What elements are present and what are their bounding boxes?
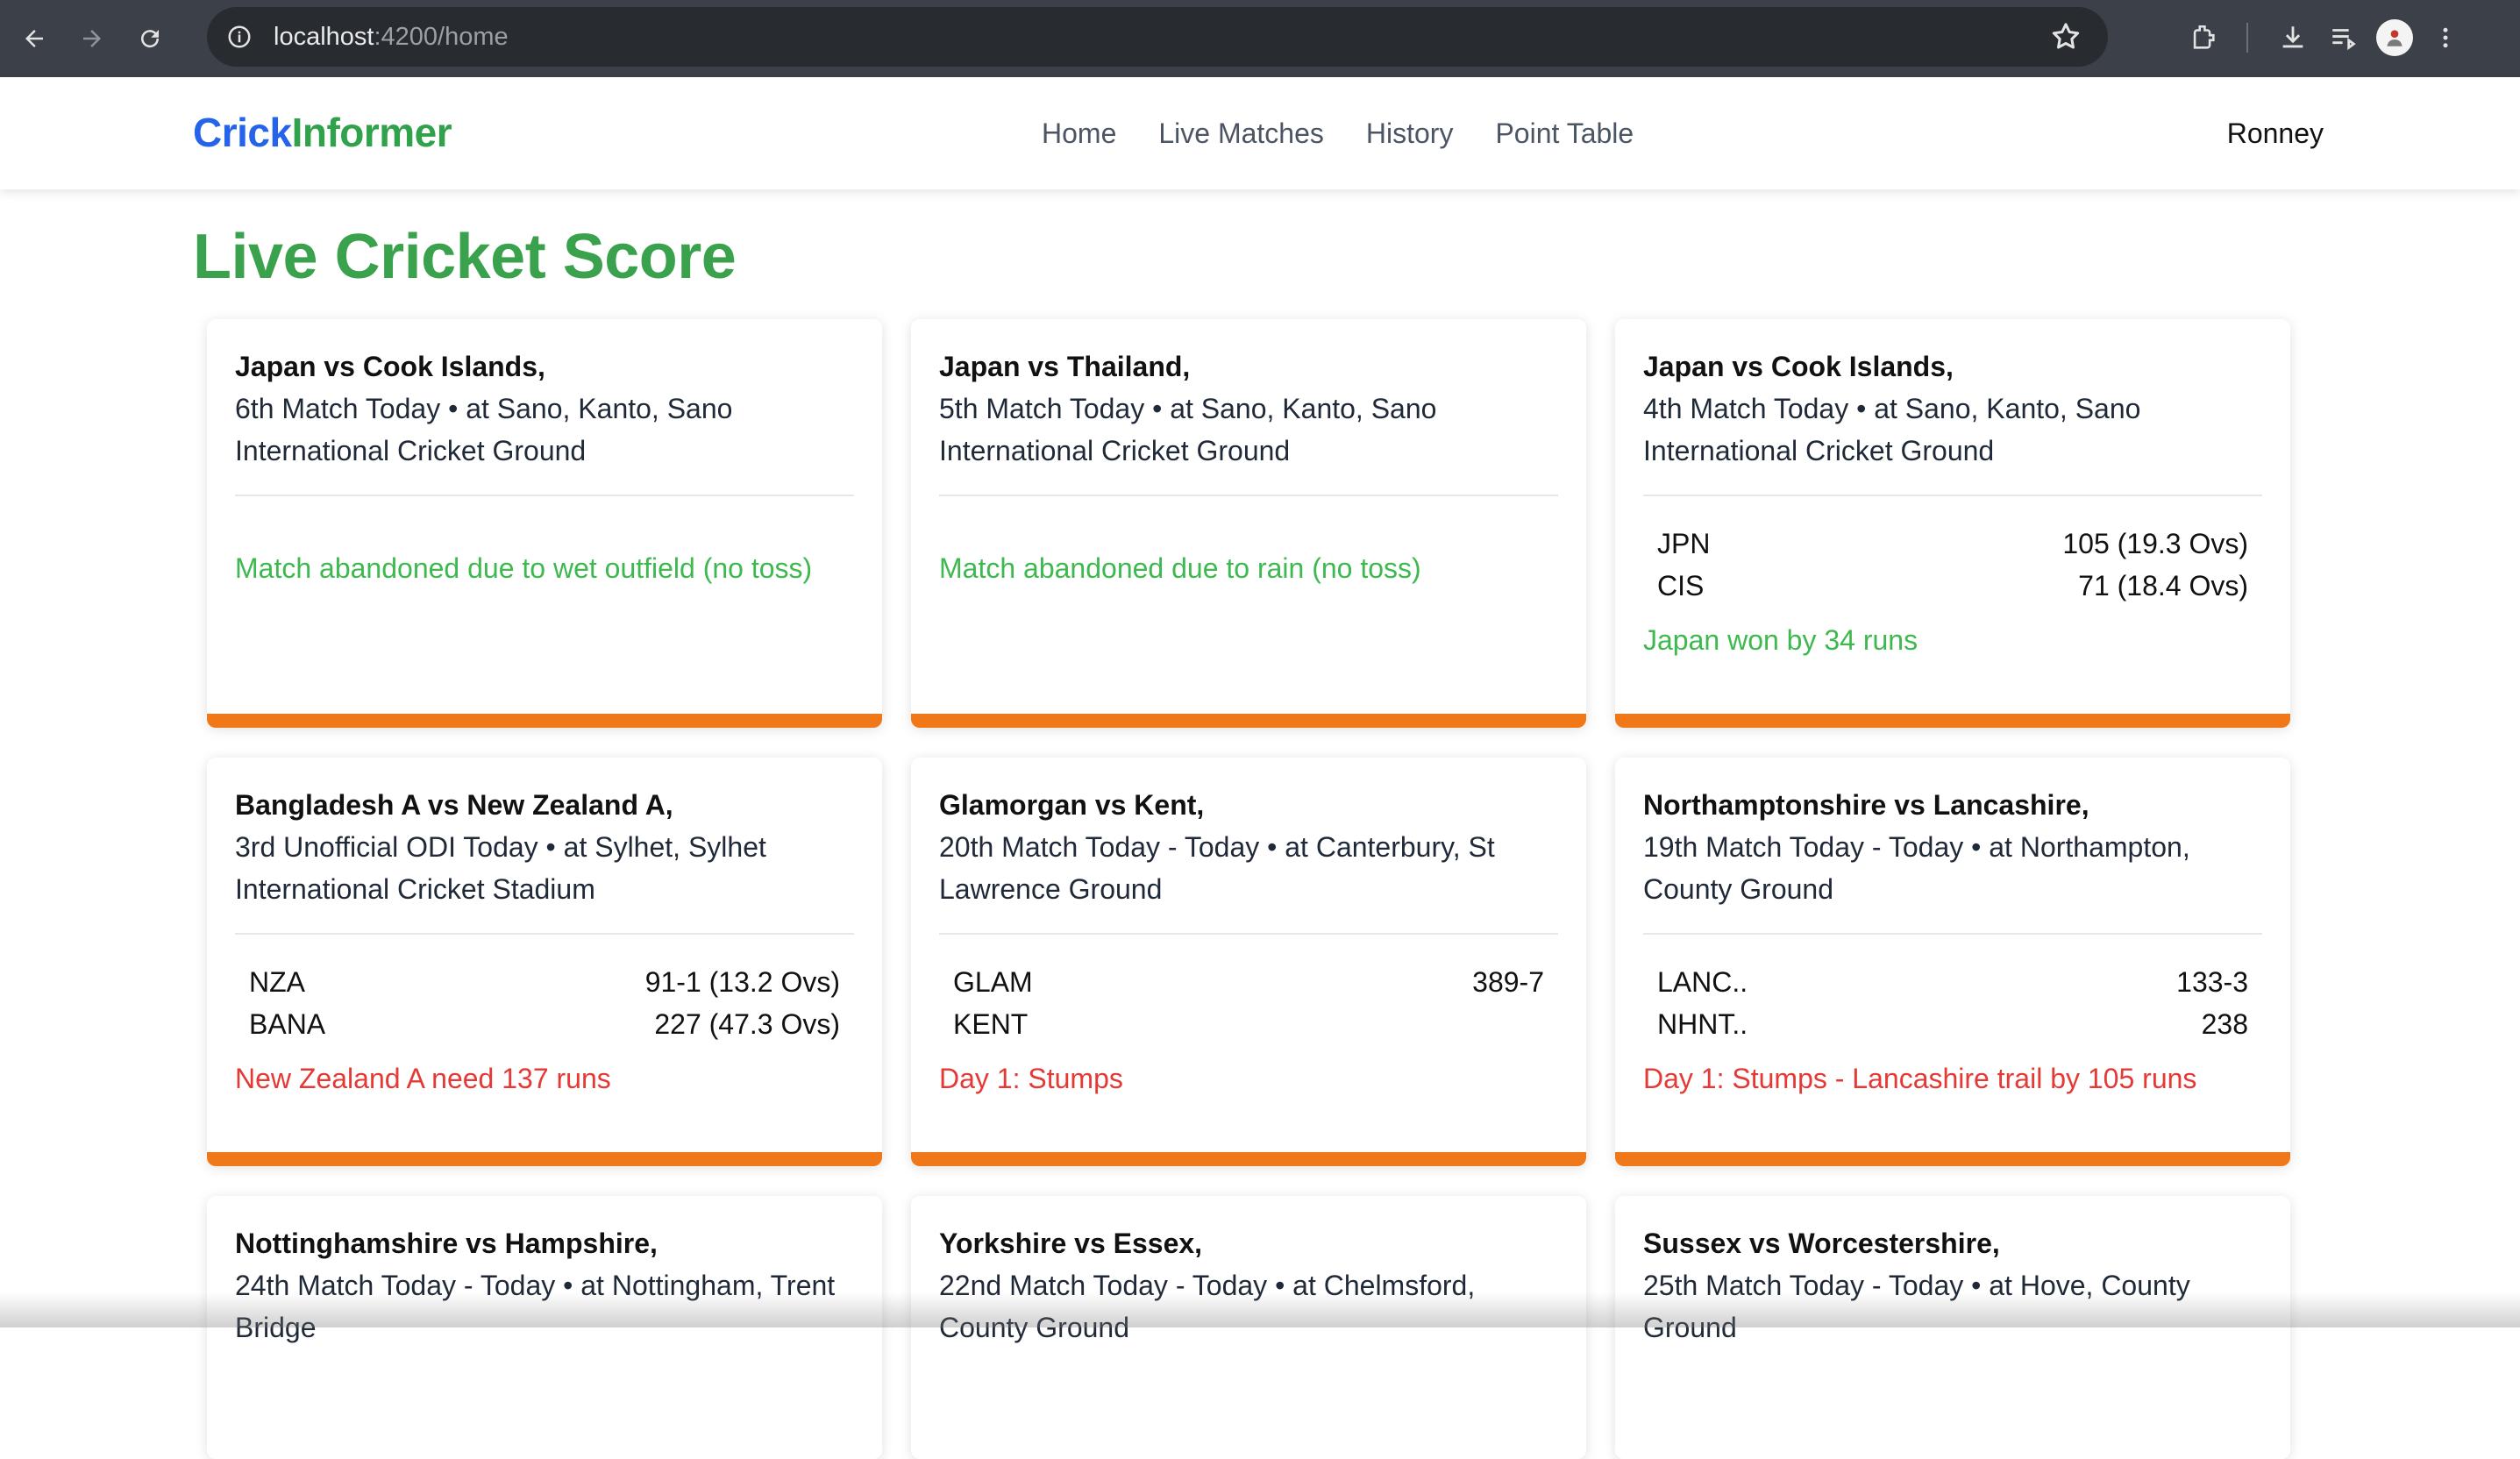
window-bottom-shadow bbox=[0, 1292, 2520, 1327]
card-accent-bar bbox=[1615, 714, 2290, 728]
match-title: Nottinghamshire vs Hampshire, bbox=[235, 1228, 658, 1259]
match-description: 6th Match Today • at Sano, Kanto, Sano I… bbox=[235, 393, 733, 466]
match-description: 4th Match Today • at Sano, Kanto, Sano I… bbox=[1643, 393, 2141, 466]
match-description: 20th Match Today - Today • at Canterbury… bbox=[939, 831, 1495, 905]
team-score-row: NZA 91-1 (13.2 Ovs) bbox=[249, 961, 840, 1003]
brand-part-crick: Crick bbox=[193, 110, 292, 155]
nav-point-table[interactable]: Point Table bbox=[1495, 117, 1634, 150]
match-title: Northamptonshire vs Lancashire, bbox=[1643, 789, 2089, 821]
team-name: GLAM bbox=[953, 966, 1033, 998]
url-text: localhost:4200/home bbox=[274, 23, 509, 52]
card-accent-bar bbox=[911, 1152, 1586, 1166]
match-title: Japan vs Thailand, bbox=[939, 351, 1191, 382]
match-status: Match abandoned due to rain (no toss) bbox=[939, 552, 1421, 584]
match-title: Japan vs Cook Islands, bbox=[1643, 351, 1954, 382]
card-accent-bar bbox=[911, 714, 1586, 728]
site-info-icon[interactable] bbox=[223, 20, 256, 53]
team-name: LANC.. bbox=[1657, 966, 1748, 998]
back-icon[interactable] bbox=[9, 13, 60, 64]
match-card[interactable]: Glamorgan vs Kent, 20th Match Today - To… bbox=[911, 758, 1586, 1166]
card-accent-bar bbox=[207, 1152, 882, 1166]
match-status: Day 1: Stumps - Lancashire trail by 105 … bbox=[1643, 1063, 2197, 1094]
match-status: New Zealand A need 137 runs bbox=[235, 1063, 611, 1094]
card-accent-bar bbox=[1615, 1152, 2290, 1166]
team-score: 133-3 bbox=[2176, 966, 2248, 998]
user-name[interactable]: Ronney bbox=[2227, 117, 2324, 150]
match-card[interactable]: Sussex vs Worcestershire, 25th Match Tod… bbox=[1615, 1196, 2290, 1459]
team-name: JPN bbox=[1657, 528, 1711, 559]
match-card[interactable]: Nottinghamshire vs Hampshire, 24th Match… bbox=[207, 1196, 882, 1459]
reload-icon[interactable] bbox=[125, 13, 175, 64]
match-description: 19th Match Today - Today • at Northampto… bbox=[1643, 831, 2190, 905]
team-score-row: GLAM 389-7 bbox=[953, 961, 1544, 1003]
team-score: 389-7 bbox=[1472, 966, 1544, 998]
match-status: Japan won by 34 runs bbox=[1643, 624, 1918, 656]
match-card[interactable]: Bangladesh A vs New Zealand A, 3rd Unoff… bbox=[207, 758, 882, 1166]
team-name: BANA bbox=[249, 1008, 326, 1040]
match-card[interactable]: Japan vs Thailand, 5th Match Today • at … bbox=[911, 319, 1586, 728]
match-description: 3rd Unofficial ODI Today • at Sylhet, Sy… bbox=[235, 831, 766, 905]
team-score: 91-1 (13.2 Ovs) bbox=[644, 966, 840, 998]
team-score: 105 (19.3 Ovs) bbox=[2062, 528, 2248, 559]
match-card[interactable]: Japan vs Cook Islands, 4th Match Today •… bbox=[1615, 319, 2290, 728]
score-list: GLAM 389-7 KENT bbox=[939, 935, 1558, 1045]
score-list: NZA 91-1 (13.2 Ovs) BANA 227 (47.3 Ovs) bbox=[235, 935, 854, 1045]
forward-icon[interactable] bbox=[67, 13, 117, 64]
bookmark-star-icon[interactable] bbox=[2048, 19, 2083, 54]
more-menu-icon[interactable] bbox=[2420, 12, 2471, 63]
toolbar-divider bbox=[2246, 23, 2248, 53]
brand-part-informer: Informer bbox=[291, 110, 452, 155]
nav-home[interactable]: Home bbox=[1042, 117, 1116, 150]
match-card[interactable]: Yorkshire vs Essex, 22nd Match Today - T… bbox=[911, 1196, 1586, 1459]
match-status: Match abandoned due to wet outfield (no … bbox=[235, 552, 813, 584]
team-score: 227 (47.3 Ovs) bbox=[654, 1008, 840, 1040]
address-bar[interactable]: localhost:4200/home bbox=[207, 7, 2108, 67]
team-score-row: CIS 71 (18.4 Ovs) bbox=[1657, 565, 2248, 607]
team-name: NHNT.. bbox=[1657, 1008, 1748, 1040]
match-title: Bangladesh A vs New Zealand A, bbox=[235, 789, 673, 821]
team-score-row: LANC.. 133-3 bbox=[1657, 961, 2248, 1003]
nav-live-matches[interactable]: Live Matches bbox=[1158, 117, 1324, 150]
avatar bbox=[2376, 19, 2413, 56]
team-name: CIS bbox=[1657, 570, 1705, 601]
team-score-row: KENT bbox=[953, 1003, 1544, 1045]
extensions-icon[interactable] bbox=[2178, 12, 2229, 63]
score-list: JPN 105 (19.3 Ovs) CIS 71 (18.4 Ovs) bbox=[1643, 496, 2262, 607]
match-description: 5th Match Today • at Sano, Kanto, Sano I… bbox=[939, 393, 1437, 466]
team-score-row: NHNT.. 238 bbox=[1657, 1003, 2248, 1045]
team-score: 238 bbox=[2201, 1008, 2248, 1040]
url-path: :4200/home bbox=[374, 22, 509, 51]
match-title: Japan vs Cook Islands, bbox=[235, 351, 545, 382]
app-header: CrickInformer Home Live Matches History … bbox=[0, 77, 2520, 189]
brand-logo[interactable]: CrickInformer bbox=[193, 109, 452, 156]
score-list: LANC.. 133-3 NHNT.. 238 bbox=[1643, 935, 2262, 1045]
match-title: Sussex vs Worcestershire, bbox=[1643, 1228, 2000, 1259]
match-title: Yorkshire vs Essex, bbox=[939, 1228, 1203, 1259]
media-queue-icon[interactable] bbox=[2318, 12, 2369, 63]
team-score-row: BANA 227 (47.3 Ovs) bbox=[249, 1003, 840, 1045]
match-card[interactable]: Northamptonshire vs Lancashire, 19th Mat… bbox=[1615, 758, 2290, 1166]
divider bbox=[235, 495, 854, 496]
nav-history[interactable]: History bbox=[1366, 117, 1454, 150]
team-score: 71 (18.4 Ovs) bbox=[2078, 570, 2248, 601]
url-host: localhost bbox=[274, 22, 374, 51]
match-card[interactable]: Japan vs Cook Islands, 6th Match Today •… bbox=[207, 319, 882, 728]
page-title: Live Cricket Score bbox=[193, 222, 737, 292]
browser-toolbar: localhost:4200/home bbox=[0, 0, 2520, 77]
match-status: Day 1: Stumps bbox=[939, 1063, 1123, 1094]
main-nav: Home Live Matches History Point Table bbox=[1042, 117, 1634, 150]
card-accent-bar bbox=[207, 714, 882, 728]
divider bbox=[939, 495, 1558, 496]
team-name: KENT bbox=[953, 1008, 1029, 1040]
download-icon[interactable] bbox=[2267, 12, 2318, 63]
team-score-row: JPN 105 (19.3 Ovs) bbox=[1657, 523, 2248, 565]
team-name: NZA bbox=[249, 966, 305, 998]
match-title: Glamorgan vs Kent, bbox=[939, 789, 1205, 821]
profile-avatar[interactable] bbox=[2369, 12, 2420, 63]
